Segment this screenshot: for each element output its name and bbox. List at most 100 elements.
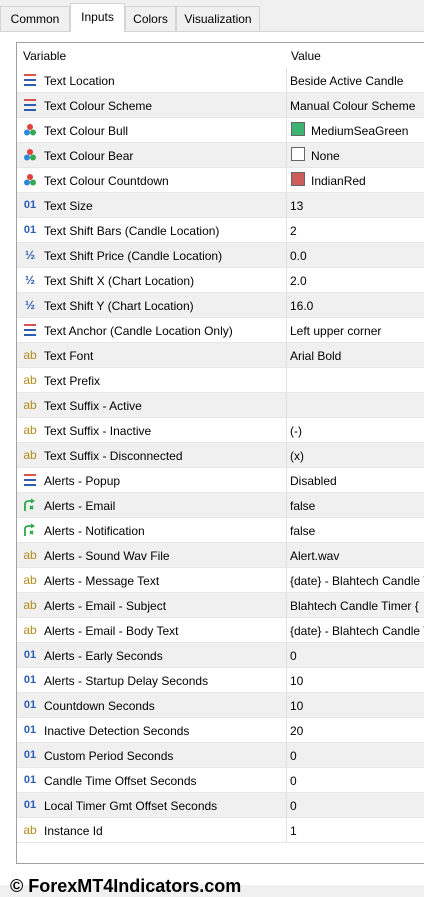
integer-icon: 01 <box>23 224 37 236</box>
row-value[interactable]: false <box>290 499 424 513</box>
color-swatch[interactable] <box>291 147 305 161</box>
table-row[interactable]: ab Instance Id 1 <box>17 818 424 843</box>
column-divider <box>286 668 287 693</box>
table-row[interactable]: ab Text Suffix - Inactive (-) <box>17 418 424 443</box>
column-divider <box>286 593 287 618</box>
row-variable-name: Text Colour Bull <box>44 124 129 138</box>
tab-bar: Common Inputs Colors Visualization <box>0 0 424 33</box>
tab-visualization[interactable]: Visualization <box>176 6 260 31</box>
row-value[interactable]: Left upper corner <box>290 324 424 338</box>
row-value[interactable]: 16.0 <box>290 299 424 313</box>
table-row[interactable]: ½ Text Shift X (Chart Location) 2.0 <box>17 268 424 293</box>
column-divider <box>286 468 287 493</box>
row-value[interactable]: (x) <box>290 449 424 463</box>
table-row[interactable]: ab Text Suffix - Active <box>17 393 424 418</box>
table-row[interactable]: Alerts - Email false <box>17 493 424 518</box>
row-value[interactable]: 0 <box>290 799 424 813</box>
table-row[interactable]: ab Alerts - Message Text {date} - Blahtech… <box>17 568 424 593</box>
table-row[interactable]: Alerts - Popup Disabled <box>17 468 424 493</box>
column-divider <box>286 568 287 593</box>
color-swatch[interactable] <box>291 172 305 186</box>
row-value[interactable]: MediumSeaGreen <box>311 124 424 138</box>
row-value[interactable]: Manual Colour Scheme <box>290 99 424 113</box>
row-value[interactable]: IndianRed <box>311 174 424 188</box>
table-row[interactable]: Text Colour Bull MediumSeaGreen <box>17 118 424 143</box>
bool-icon <box>22 498 38 512</box>
color-swatch[interactable] <box>291 122 305 136</box>
table-row[interactable]: ab Text Suffix - Disconnected (x) <box>17 443 424 468</box>
table-row[interactable]: ab Alerts - Email - Subject Blahtech Candl… <box>17 593 424 618</box>
row-value[interactable]: 20 <box>290 724 424 738</box>
color-icon <box>22 123 38 137</box>
row-variable-name: Alerts - Popup <box>44 474 121 488</box>
table-row[interactable]: Text Colour Scheme Manual Colour Scheme <box>17 93 424 118</box>
row-value[interactable]: 0 <box>290 649 424 663</box>
table-row[interactable]: ab Text Prefix <box>17 368 424 393</box>
column-divider <box>286 368 287 393</box>
tab-colors[interactable]: Colors <box>125 6 176 31</box>
table-row[interactable]: ½ Text Shift Y (Chart Location) 16.0 <box>17 293 424 318</box>
row-value[interactable]: 2 <box>290 224 424 238</box>
row-value[interactable]: 2.0 <box>290 274 424 288</box>
integer-icon: 01 <box>23 674 37 686</box>
row-value[interactable]: 13 <box>290 199 424 213</box>
row-value[interactable]: 0 <box>290 774 424 788</box>
table-row[interactable]: ab Alerts - Sound Wav File Alert.wav <box>17 543 424 568</box>
row-variable-name: Alerts - Startup Delay Seconds <box>44 674 209 688</box>
table-row[interactable]: 01 Alerts - Early Seconds 0 <box>17 643 424 668</box>
inputs-grid: Variable Value Text Location Beside Activ… <box>16 42 424 864</box>
row-value[interactable]: 0.0 <box>290 249 424 263</box>
row-value[interactable]: {date} - Blahtech Candle Ti <box>290 624 424 638</box>
row-value[interactable]: Disabled <box>290 474 424 488</box>
table-row[interactable]: Text Colour Bear None <box>17 143 424 168</box>
table-row[interactable]: ab Text Font Arial Bold <box>17 343 424 368</box>
row-value[interactable]: Alert.wav <box>290 549 424 563</box>
table-row[interactable]: Text Location Beside Active Candle <box>17 68 424 93</box>
table-row[interactable]: 01 Local Timer Gmt Offset Seconds 0 <box>17 793 424 818</box>
table-row[interactable]: ½ Text Shift Price (Candle Location) 0.0 <box>17 243 424 268</box>
row-value[interactable]: 0 <box>290 749 424 763</box>
row-variable-name: Text Shift Price (Candle Location) <box>44 249 223 263</box>
row-value[interactable]: (-) <box>290 424 424 438</box>
row-value[interactable]: 1 <box>290 824 424 838</box>
table-row[interactable]: 01 Text Shift Bars (Candle Location) 2 <box>17 218 424 243</box>
table-row[interactable]: 01 Countdown Seconds 10 <box>17 693 424 718</box>
table-row[interactable]: 01 Inactive Detection Seconds 20 <box>17 718 424 743</box>
row-value[interactable]: {date} - Blahtech Candle Ti <box>290 574 424 588</box>
column-divider <box>286 743 287 768</box>
string-icon: ab <box>23 573 37 587</box>
row-value[interactable]: 10 <box>290 674 424 688</box>
header-variable[interactable]: Variable <box>23 49 66 63</box>
table-row[interactable]: Alerts - Notification false <box>17 518 424 543</box>
row-variable-name: Alerts - Email - Subject <box>44 599 167 613</box>
table-row[interactable]: 01 Custom Period Seconds 0 <box>17 743 424 768</box>
string-icon: ab <box>23 373 37 387</box>
row-value[interactable]: 10 <box>290 699 424 713</box>
column-divider <box>286 443 287 468</box>
string-icon: ab <box>23 598 37 612</box>
column-divider <box>286 143 287 168</box>
table-row[interactable]: ab Alerts - Email - Body Text {date} - Bla… <box>17 618 424 643</box>
row-value[interactable]: Blahtech Candle Timer { <box>290 599 424 613</box>
table-row[interactable]: Text Anchor (Candle Location Only) Left u… <box>17 318 424 343</box>
row-value[interactable]: Arial Bold <box>290 349 424 363</box>
row-value[interactable]: None <box>311 149 424 163</box>
integer-icon: 01 <box>23 649 37 661</box>
column-divider <box>286 493 287 518</box>
integer-icon: 01 <box>23 199 37 211</box>
table-row[interactable]: 01 Candle Time Offset Seconds 0 <box>17 768 424 793</box>
integer-icon: 01 <box>23 799 37 811</box>
table-row[interactable]: 01 Alerts - Startup Delay Seconds 10 <box>17 668 424 693</box>
tab-common[interactable]: Common <box>0 6 70 31</box>
string-icon: ab <box>23 423 37 437</box>
table-row[interactable]: 01 Text Size 13 <box>17 193 424 218</box>
column-divider <box>286 643 287 668</box>
tab-inputs[interactable]: Inputs <box>70 3 125 32</box>
row-variable-name: Text Prefix <box>44 374 101 388</box>
column-divider <box>286 93 287 118</box>
table-row[interactable]: Text Colour Countdown IndianRed <box>17 168 424 193</box>
row-value[interactable]: Beside Active Candle <box>290 74 424 88</box>
inputs-panel: Variable Value Text Location Beside Activ… <box>0 32 424 885</box>
row-value[interactable]: false <box>290 524 424 538</box>
header-value[interactable]: Value <box>291 49 321 63</box>
